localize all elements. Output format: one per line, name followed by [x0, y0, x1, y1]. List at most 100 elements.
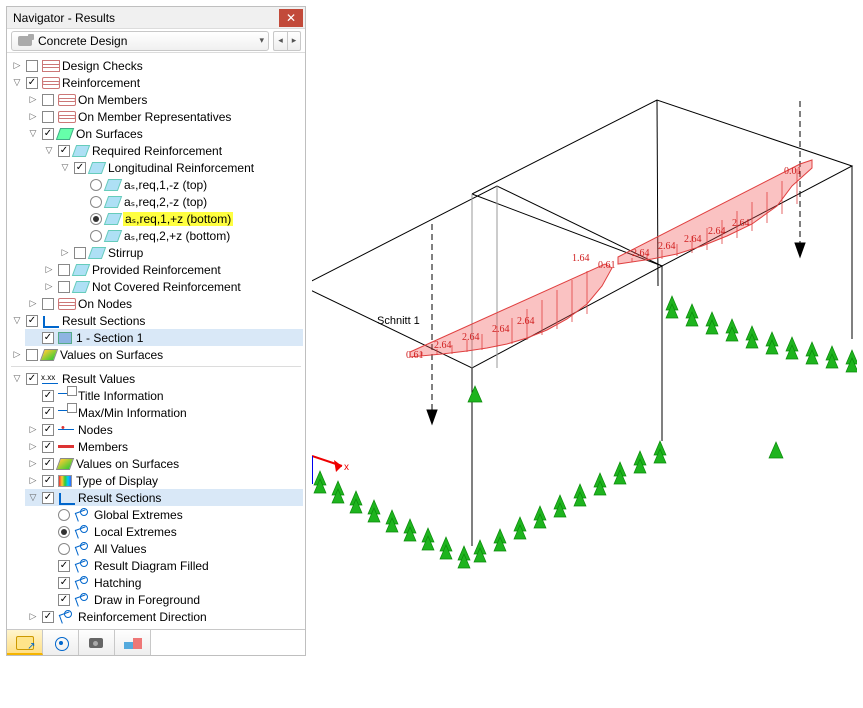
node-draw-foreground[interactable]: ▷ Draw in Foreground — [41, 591, 303, 608]
nodes-vals-icon — [58, 423, 74, 437]
expand-icon[interactable]: ▷ — [27, 424, 39, 436]
checkbox[interactable] — [58, 281, 70, 293]
radio-selected[interactable] — [58, 526, 70, 538]
node-reinforcement[interactable]: ▽ Reinforcement — [9, 74, 303, 91]
checkbox[interactable] — [42, 458, 54, 470]
node-result-values[interactable]: ▽ Result Values — [9, 370, 303, 387]
collapse-icon[interactable]: ▽ — [11, 315, 23, 327]
node-hatching[interactable]: ▷ Hatching — [41, 574, 303, 591]
checkbox[interactable] — [42, 407, 54, 419]
node-values-on-surfaces[interactable]: ▷ Values on Surfaces — [9, 346, 303, 363]
node-nodes[interactable]: ▷ Nodes — [25, 421, 303, 438]
collapse-icon[interactable]: ▽ — [27, 492, 39, 504]
expand-icon[interactable]: ▷ — [11, 349, 23, 361]
node-local-extremes[interactable]: ▷ Local Extremes — [41, 523, 303, 540]
node-reinforcement-direction[interactable]: ▷ Reinforcement Direction — [25, 608, 303, 625]
expand-icon[interactable]: ▷ — [27, 475, 39, 487]
radio[interactable] — [58, 509, 70, 521]
node-on-member-reps[interactable]: ▷ On Member Representatives — [25, 108, 303, 125]
window-title: Navigator - Results — [13, 11, 277, 25]
checkbox[interactable] — [58, 145, 70, 157]
checkbox[interactable] — [58, 560, 70, 572]
expand-icon[interactable]: ▷ — [27, 111, 39, 123]
close-button[interactable]: ✕ — [279, 9, 303, 27]
node-required-reinf[interactable]: ▽ Required Reinforcement — [41, 142, 303, 159]
node-all-values[interactable]: ▷ All Values — [41, 540, 303, 557]
checkbox[interactable] — [42, 128, 54, 140]
tab-display[interactable] — [43, 630, 79, 655]
checkbox[interactable] — [26, 315, 38, 327]
node-section-1[interactable]: ▷ 1 - Section 1 — [25, 329, 303, 346]
node-members-vals[interactable]: ▷ Members — [25, 438, 303, 455]
collapse-icon[interactable]: ▽ — [11, 77, 23, 89]
checkbox[interactable] — [58, 594, 70, 606]
checkbox[interactable] — [58, 577, 70, 589]
node-not-covered-reinf[interactable]: ▷ Not Covered Reinforcement — [41, 278, 303, 295]
checkbox[interactable] — [42, 94, 54, 106]
expand-icon[interactable]: ▷ — [27, 94, 39, 106]
tab-results[interactable] — [115, 630, 151, 655]
collapse-icon[interactable]: ▽ — [27, 128, 39, 140]
expand-icon[interactable]: ▷ — [43, 264, 55, 276]
collapse-icon[interactable]: ▽ — [59, 162, 71, 174]
radio[interactable] — [90, 196, 102, 208]
expand-icon[interactable]: ▷ — [11, 60, 23, 72]
node-title-info[interactable]: ▷ Title Information — [25, 387, 303, 404]
module-combo[interactable]: Concrete Design ▾ — [11, 31, 269, 51]
expand-icon[interactable]: ▷ — [27, 458, 39, 470]
checkbox[interactable] — [42, 424, 54, 436]
checkbox[interactable] — [26, 349, 38, 361]
tab-views[interactable] — [79, 630, 115, 655]
node-on-nodes[interactable]: ▷ On Nodes — [25, 295, 303, 312]
layer-icon — [104, 196, 122, 208]
node-as2-bottom[interactable]: ▷ aₛ,req,2,+z (bottom) — [73, 227, 303, 244]
node-maxmin-info[interactable]: ▷ Max/Min Information — [25, 404, 303, 421]
node-global-extremes[interactable]: ▷ Global Extremes — [41, 506, 303, 523]
radio[interactable] — [90, 179, 102, 191]
node-result-sections[interactable]: ▽ Result Sections — [9, 312, 303, 329]
checkbox[interactable] — [26, 77, 38, 89]
checkbox[interactable] — [42, 332, 54, 344]
checkbox[interactable] — [42, 441, 54, 453]
node-as1-bottom[interactable]: ▷ aₛ,req,1,+z (bottom) — [73, 210, 303, 227]
node-as1-top[interactable]: ▷ aₛ,req,1,-z (top) — [73, 176, 303, 193]
checkbox[interactable] — [42, 390, 54, 402]
expand-icon[interactable]: ▷ — [27, 611, 39, 623]
expand-icon[interactable]: ▷ — [27, 441, 39, 453]
checkbox[interactable] — [26, 60, 38, 72]
node-result-sections2[interactable]: ▽ Result Sections — [25, 489, 303, 506]
node-type-of-display[interactable]: ▷ Type of Display — [25, 472, 303, 489]
tab-project[interactable] — [7, 630, 43, 655]
checkbox[interactable] — [42, 475, 54, 487]
viewport-3d[interactable]: 0.01 2.64 2.64 2.64 2.64 2.64 0.61 1.64 … — [312, 6, 857, 702]
checkbox[interactable] — [42, 298, 54, 310]
label: Provided Reinforcement — [91, 263, 221, 277]
module-next-button[interactable]: ▸ — [287, 31, 301, 51]
collapse-icon[interactable]: ▽ — [43, 145, 55, 157]
expand-icon[interactable]: ▷ — [27, 298, 39, 310]
checkbox[interactable] — [74, 162, 86, 174]
node-on-surfaces[interactable]: ▽ On Surfaces — [25, 125, 303, 142]
node-as2-top[interactable]: ▷ aₛ,req,2,-z (top) — [73, 193, 303, 210]
expand-icon[interactable]: ▷ — [59, 247, 71, 259]
radio[interactable] — [58, 543, 70, 555]
expand-icon[interactable]: ▷ — [43, 281, 55, 293]
radio-selected[interactable] — [90, 213, 102, 225]
radio[interactable] — [90, 230, 102, 242]
checkbox[interactable] — [58, 264, 70, 276]
node-diagram-filled[interactable]: ▷ Result Diagram Filled — [41, 557, 303, 574]
node-on-members[interactable]: ▷ On Members — [25, 91, 303, 108]
collapse-icon[interactable]: ▽ — [11, 373, 23, 385]
node-values-surfaces2[interactable]: ▷ Values on Surfaces — [25, 455, 303, 472]
checkbox[interactable] — [42, 492, 54, 504]
node-design-checks[interactable]: ▷ Design Checks — [9, 57, 303, 74]
checkbox[interactable] — [42, 111, 54, 123]
checkbox[interactable] — [42, 611, 54, 623]
module-prev-button[interactable]: ◂ — [273, 31, 287, 51]
node-provided-reinf[interactable]: ▷ Provided Reinforcement — [41, 261, 303, 278]
node-stirrup[interactable]: ▷ Stirrup — [57, 244, 303, 261]
checkbox[interactable] — [74, 247, 86, 259]
checkbox[interactable] — [26, 373, 38, 385]
node-longitudinal-reinf[interactable]: ▽ Longitudinal Reinforcement — [57, 159, 303, 176]
values-surfaces-icon — [40, 349, 58, 361]
